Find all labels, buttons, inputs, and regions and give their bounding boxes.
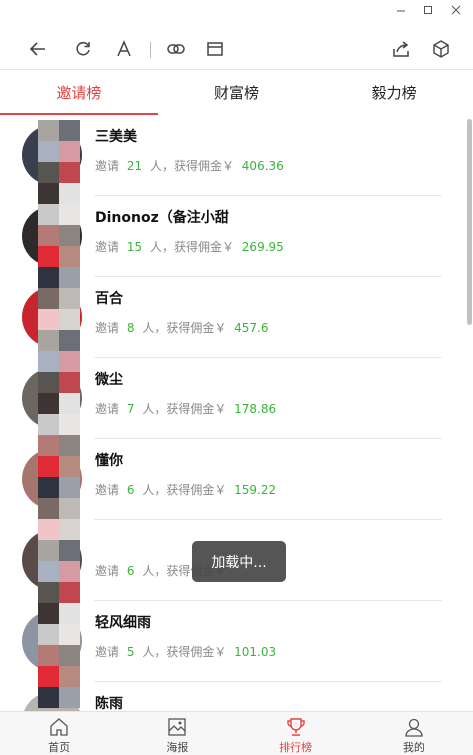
trophy-icon [286,718,305,736]
list-item[interactable]: 百合 邀请 8 人，获得佣金￥ 457.6 [0,277,463,358]
nav-label: 首页 [48,741,71,754]
list-item[interactable]: 懂你 邀请 6 人，获得佣金￥ 159.22 [0,439,463,520]
invite-stats: 邀请 8 人，获得佣金￥ 457.6 [95,321,269,335]
user-name: 轻风细雨 [95,615,151,631]
leaderboard-tabs: 邀请榜 财富榜 毅力榜 [0,69,473,115]
invite-stats: 邀请 5 人，获得佣金￥ 101.03 [95,645,277,659]
user-name: 微尘 [95,372,123,388]
list-item[interactable]: Dinonoz（备注小甜 邀请 15 人，获得佣金￥ 269.95 [0,196,463,277]
avatar [22,449,82,509]
link-icon[interactable] [165,38,187,60]
nav-item-home[interactable]: 首页 [0,712,118,755]
nav-label: 海报 [166,741,189,754]
avatar [22,125,82,185]
poster-icon [168,718,187,736]
scrollbar-thumb[interactable] [467,119,472,325]
tab-perseverance[interactable]: 毅力榜 [315,70,473,115]
browser-toolbar [0,30,473,68]
nav-item-poster[interactable]: 海报 [118,712,236,755]
cube-icon[interactable] [430,38,452,60]
avatar [22,368,82,428]
list-item[interactable]: 陈雨 [0,682,463,711]
bottom-nav: 首页 海报 排行榜 我的 [0,711,473,755]
refresh-icon[interactable] [72,38,94,60]
ranking-list: 三美美 邀请 21 人，获得佣金￥ 406.36 Dinonoz（备注小甜 邀请… [0,115,463,711]
avatar [22,611,82,671]
window-titlebar [0,0,473,22]
user-icon [405,718,423,737]
scrollbar[interactable] [465,115,473,711]
avatar [22,692,82,711]
loading-toast: 加载中... [192,541,286,582]
list-item[interactable]: 三美美 邀请 21 人，获得佣金￥ 406.36 [0,115,463,196]
window-icon[interactable] [204,38,226,60]
nav-item-mine[interactable]: 我的 [355,712,473,755]
minimize-icon[interactable] [390,2,412,18]
nav-item-leaderboard[interactable]: 排行榜 [237,712,355,755]
invite-stats: 邀请 15 人，获得佣金￥ 269.95 [95,240,284,254]
list-item[interactable]: 轻风细雨 邀请 5 人，获得佣金￥ 101.03 [0,601,463,682]
home-icon [50,718,68,736]
tab-invite[interactable]: 邀请榜 [0,70,158,115]
share-icon[interactable] [390,38,412,60]
nav-label: 排行榜 [279,741,313,754]
user-name: 懂你 [95,453,123,469]
avatar [22,530,82,590]
user-name: 陈雨 [95,696,123,711]
back-arrow-icon[interactable] [27,38,49,60]
avatar [22,206,82,266]
tab-wealth[interactable]: 财富榜 [158,70,316,115]
invite-stats: 邀请 21 人，获得佣金￥ 406.36 [95,159,284,173]
user-name: 三美美 [95,129,137,145]
invite-stats: 邀请 7 人，获得佣金￥ 178.86 [95,402,277,416]
nav-label: 我的 [402,741,425,754]
user-name: 百合 [95,291,123,307]
list-item[interactable]: 微尘 邀请 7 人，获得佣金￥ 178.86 [0,358,463,439]
avatar [22,287,82,347]
invite-stats: 邀请 6 人，获得佣金￥ 159.22 [95,483,277,497]
font-size-icon[interactable] [113,38,135,60]
close-icon[interactable] [445,2,467,18]
user-name: Dinonoz（备注小甜 [95,210,229,226]
toolbar-separator [150,42,151,58]
maximize-icon[interactable] [417,2,439,18]
